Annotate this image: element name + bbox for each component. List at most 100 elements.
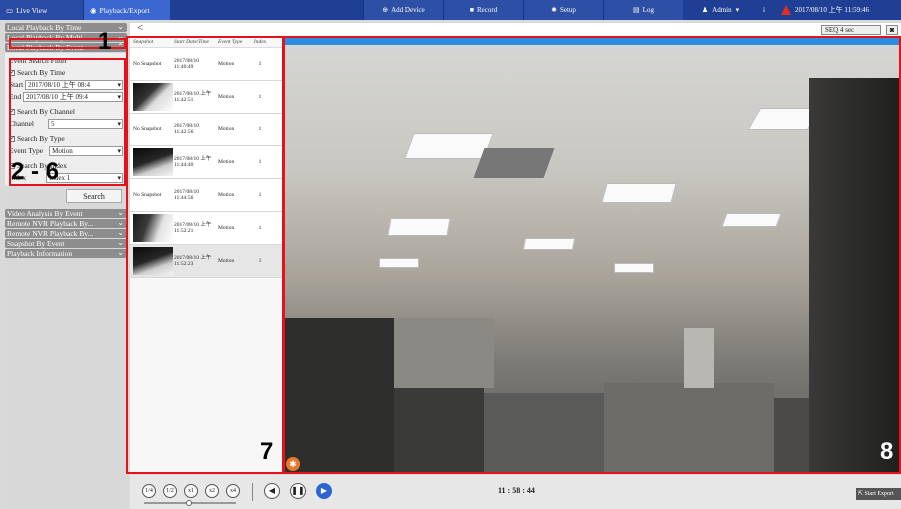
- event-type: Motion: [218, 159, 235, 166]
- log-icon: ▤: [633, 6, 640, 14]
- tab-playback-export[interactable]: ◉ Playback/Export: [84, 0, 170, 20]
- chevron-down-icon: ⌄: [117, 219, 124, 227]
- event-thumbnail: [133, 82, 173, 111]
- playback-subheader: < SEQ 4 sec ◙: [130, 22, 901, 36]
- column-header: Event Type: [218, 38, 243, 45]
- office-partition: [604, 383, 774, 472]
- rewind-icon: ◀: [268, 486, 276, 495]
- ceiling-light: [379, 258, 419, 268]
- callout-number-2-6: 2 - 6: [11, 158, 60, 185]
- speed-x4-button[interactable]: x4: [226, 484, 240, 498]
- tab-live-view[interactable]: ▭ Live View: [0, 0, 84, 20]
- play-button[interactable]: ▶: [316, 483, 332, 499]
- column-header: Start Date/Time: [174, 38, 209, 45]
- accordion-label: Playback Information: [7, 249, 73, 258]
- event-type: Motion: [218, 126, 235, 133]
- camera-icon[interactable]: ◙: [886, 25, 898, 35]
- table-row[interactable]: No Snapshot 2017/08/10 11:44:56 Motion 1: [130, 179, 282, 212]
- event-thumbnail: [133, 213, 173, 242]
- snapshot-text: No Snapshot: [133, 192, 162, 199]
- callout-number-7: 7: [260, 438, 274, 465]
- office-screen: [684, 328, 714, 388]
- ceiling-vent: [473, 148, 555, 178]
- setup-button[interactable]: ✹ Setup: [523, 0, 603, 20]
- pause-icon: ❚❚: [291, 486, 305, 495]
- start-label: Start: [9, 80, 24, 89]
- end-datetime-select[interactable]: 2017/08/10 上午 09:4: [23, 92, 123, 102]
- chevron-down-icon: ⌄: [117, 23, 124, 31]
- channel-select[interactable]: 5: [48, 119, 123, 129]
- chevron-down-icon: ⌄: [117, 229, 124, 237]
- checkbox-label: Search By Channel: [17, 107, 75, 116]
- accordion-remote-nvr-2[interactable]: Remote NVR Playback By... ⌄: [5, 229, 127, 238]
- camera-icon: ■: [469, 6, 474, 14]
- start-datetime-select[interactable]: 2017/08/10 上午 08:4: [25, 80, 123, 90]
- accordion-label: Snapshot By Event: [7, 239, 65, 248]
- accordion-snapshot-by-event[interactable]: Snapshot By Event ⌄: [5, 239, 127, 248]
- event-type-select[interactable]: Motion: [49, 146, 123, 156]
- chevron-down-icon: ⌄: [117, 249, 124, 257]
- pause-button[interactable]: ❚❚: [290, 483, 306, 499]
- table-row[interactable]: 2017/08/10 上午 11:42:51 Motion 1: [130, 80, 282, 114]
- add-device-button[interactable]: ⊕ Add Device: [363, 0, 443, 20]
- info-button[interactable]: i: [758, 0, 776, 20]
- table-row[interactable]: No Snapshot 2017/08/10 11:40:49 Motion 1: [130, 48, 282, 81]
- event-datetime: 2017/08/10 上午 11:42:51: [174, 90, 212, 103]
- table-row[interactable]: 2017/08/10 上午 11:44:40 Motion 1: [130, 146, 282, 180]
- info-icon: i: [763, 6, 765, 14]
- log-button[interactable]: ▤ Log: [603, 0, 683, 20]
- sequence-select[interactable]: SEQ 4 sec: [821, 25, 881, 35]
- speed-half-button[interactable]: 1/2: [163, 484, 177, 498]
- gear-icon: ✹: [551, 6, 557, 14]
- accordion-playback-information[interactable]: Playback Information ⌄: [5, 249, 127, 258]
- system-status[interactable]: 2017/08/10 上午 11:59:46: [776, 0, 884, 20]
- table-row[interactable]: 2017/08/10 上午 11:52:21 Motion 1: [130, 211, 282, 245]
- event-index: 1: [258, 93, 262, 100]
- speed-x1-button[interactable]: x1: [184, 484, 198, 498]
- divider: [252, 483, 253, 501]
- event-index: 1: [258, 126, 262, 133]
- start-export-button[interactable]: ⇱ Start Export: [856, 488, 901, 500]
- video-player[interactable]: [284, 38, 901, 472]
- event-datetime: 2017/08/10 上午 11:52:21: [174, 221, 212, 234]
- search-button[interactable]: Search: [66, 189, 122, 203]
- ceiling-light: [522, 238, 576, 250]
- user-menu[interactable]: ♟ Admin ▾: [683, 0, 758, 20]
- button-label: Record: [477, 6, 498, 14]
- speed-x2-button[interactable]: x2: [205, 484, 219, 498]
- event-index: 1: [258, 159, 262, 166]
- event-index: 1: [258, 257, 262, 264]
- chevron-down-icon: ⌄: [117, 239, 124, 247]
- ceiling-light: [601, 183, 677, 203]
- search-by-channel-checkbox[interactable]: ✓ Search By Channel: [9, 106, 123, 118]
- event-thumbnail: [133, 148, 173, 177]
- tab-label: Live View: [16, 5, 48, 15]
- user-name: Admin: [712, 6, 732, 14]
- event-index: 1: [258, 60, 262, 67]
- slider-handle[interactable]: [186, 500, 192, 506]
- search-by-type-checkbox[interactable]: ✓ Search By Type: [9, 133, 123, 145]
- speed-quarter-button[interactable]: 1/4: [142, 484, 156, 498]
- table-row-selected[interactable]: 2017/08/10 上午 11:52:23 Motion 1: [130, 244, 282, 278]
- record-button[interactable]: ■ Record: [443, 0, 523, 20]
- sidebar-bottom-accordions: Video Analysis By Event ⌄ Remote NVR Play…: [5, 209, 127, 259]
- accordion-remote-nvr-1[interactable]: Remote NVR Playback By... ⌄: [5, 219, 127, 228]
- back-arrow-icon[interactable]: <: [137, 22, 143, 34]
- search-by-time-checkbox[interactable]: ✓ Search By Time: [9, 67, 123, 79]
- chevron-up-icon: ⌃: [117, 43, 124, 51]
- callout-number-8: 8: [880, 438, 894, 465]
- video-progress-bar[interactable]: [284, 38, 901, 45]
- playback-controls: 1/4 1/2 x1 x2 x4 ◀ ❚❚ ▶ 11 : 58 : 44 ⇱ S…: [130, 475, 901, 509]
- tab-label: Playback/Export: [99, 5, 150, 15]
- monitor-glare: [394, 318, 494, 388]
- chevron-down-icon: ▾: [735, 6, 740, 14]
- event-thumbnail: [133, 246, 173, 275]
- accordion-video-analysis[interactable]: Video Analysis By Event ⌄: [5, 209, 127, 218]
- accordion-label: Local Playback By Multi...: [7, 33, 89, 42]
- snapshot-text: No Snapshot: [133, 126, 162, 133]
- user-icon: ♟: [701, 6, 709, 14]
- event-type: Motion: [218, 224, 235, 231]
- table-row[interactable]: No Snapshot 2017/08/10 11:42:56 Motion 1: [130, 113, 282, 147]
- rewind-button[interactable]: ◀: [264, 483, 280, 499]
